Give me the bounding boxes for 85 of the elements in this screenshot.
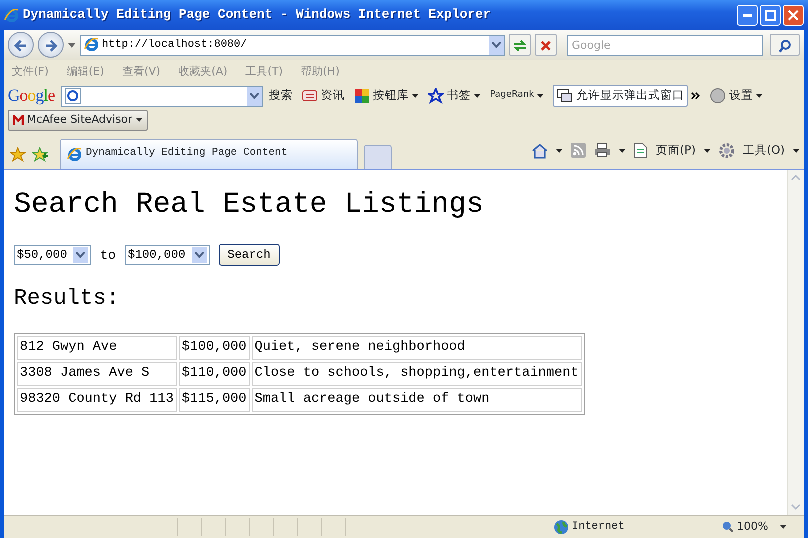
close-icon <box>540 40 552 52</box>
search-field[interactable]: Google <box>567 34 763 56</box>
siteadvisor-button[interactable]: McAfee SiteAdvisor <box>8 110 148 130</box>
chevron-down-icon <box>194 252 204 258</box>
table-cell: Close to schools, shopping,entertainment <box>252 362 582 386</box>
caret-icon[interactable] <box>412 94 420 98</box>
minimize-button[interactable] <box>737 4 758 26</box>
command-button[interactable]: 工具(O) <box>742 142 785 160</box>
add-favorite-icon[interactable] <box>32 146 48 162</box>
caret-icon[interactable] <box>537 94 544 98</box>
min-price-select[interactable]: $50,000 <box>14 245 92 266</box>
refresh-icon <box>512 38 528 53</box>
chevron-down-icon <box>492 42 501 48</box>
gear-icon <box>718 142 735 158</box>
browser-icon <box>67 146 82 162</box>
search-button[interactable] <box>770 34 800 56</box>
back-button[interactable] <box>8 32 34 58</box>
caret-icon[interactable] <box>619 148 626 152</box>
dropdown-arrow-icon[interactable] <box>68 42 76 48</box>
popup-toggle-button[interactable]: 允许显示弹出式窗口 <box>553 85 688 107</box>
refresh-button[interactable] <box>509 34 531 56</box>
toolbar-button[interactable]: 按钮库 <box>373 87 410 105</box>
table-cell: 3308 James Ave S <box>17 362 177 386</box>
table-cell: $115,000 <box>178 388 250 412</box>
dropdown-arrow-icon[interactable] <box>780 525 788 529</box>
table-cell: Quiet, serene neighborhood <box>252 336 582 360</box>
caret-icon <box>136 118 143 122</box>
chevron-down-icon <box>76 252 86 258</box>
star-icon <box>428 88 444 104</box>
caret-icon[interactable] <box>474 94 482 98</box>
toolbar-button[interactable]: 书签 <box>447 87 472 105</box>
table-cell: 98320 County Rd 113 <box>17 388 177 412</box>
browser-icon <box>4 8 19 24</box>
browser-tab[interactable]: Dynamically Editing Page Content <box>60 138 358 168</box>
close-button[interactable] <box>783 4 804 26</box>
table-cell: 812 Gwyn Ave <box>17 336 177 360</box>
maximize-button[interactable] <box>760 4 781 26</box>
forward-button[interactable] <box>38 32 64 58</box>
pagerank-label: PageRank <box>490 89 534 102</box>
dropdown-button[interactable] <box>247 86 262 106</box>
stop-button[interactable] <box>535 34 557 56</box>
search-button[interactable]: Search <box>218 244 280 266</box>
home-icon[interactable] <box>532 142 548 158</box>
dropdown-button[interactable] <box>489 36 504 54</box>
maximize-icon <box>765 10 776 20</box>
address-bar[interactable]: http://localhost:8080/ <box>80 34 505 56</box>
table-cell: $100,000 <box>178 336 250 360</box>
zoom-level[interactable]: 100% <box>737 518 768 536</box>
globe-icon <box>554 520 569 534</box>
caret-icon[interactable] <box>556 148 564 152</box>
search-button[interactable]: 搜索 <box>269 87 294 105</box>
table-cell: Small acreage outside of town <box>252 388 582 412</box>
circle-icon <box>710 88 726 104</box>
page-heading: Search Real Estate Listings <box>14 188 485 222</box>
newspaper-icon <box>302 89 318 103</box>
caret-icon[interactable] <box>793 148 800 152</box>
zoom-icon[interactable] <box>722 521 734 533</box>
shield-m-icon <box>13 114 24 126</box>
range-label: to <box>100 246 116 265</box>
search-icon <box>778 38 792 53</box>
max-price-select[interactable]: $100,000 <box>125 245 210 266</box>
caret-icon[interactable] <box>704 148 711 152</box>
g-icon[interactable] <box>65 88 82 104</box>
security-zone: Internet <box>572 520 626 535</box>
page-icon <box>634 142 648 158</box>
star-icon[interactable] <box>10 146 26 162</box>
window-title: Dynamically Editing Page Content - Windows Internet Explorer <box>23 6 492 24</box>
window-icon <box>557 89 574 103</box>
results-heading: Results: <box>14 286 121 313</box>
minimize-icon <box>743 14 752 16</box>
browser-icon <box>84 36 99 52</box>
close-icon <box>788 10 799 20</box>
back-arrow-icon <box>14 38 28 53</box>
table-cell: $110,000 <box>178 362 250 386</box>
forward-arrow-icon <box>44 38 58 53</box>
google-search-bar[interactable] <box>61 86 264 106</box>
toolbar-button[interactable]: 资讯 <box>321 87 346 105</box>
blocks-icon <box>354 88 370 104</box>
chevron-down-icon <box>250 93 260 99</box>
google-logo: Google <box>8 85 56 108</box>
printer-icon[interactable] <box>594 143 612 158</box>
more-icon[interactable] <box>691 92 702 100</box>
command-button[interactable]: 页面(P) <box>656 142 696 160</box>
toolbar-button[interactable]: 设置 <box>729 87 754 105</box>
caret-icon[interactable] <box>756 94 764 98</box>
